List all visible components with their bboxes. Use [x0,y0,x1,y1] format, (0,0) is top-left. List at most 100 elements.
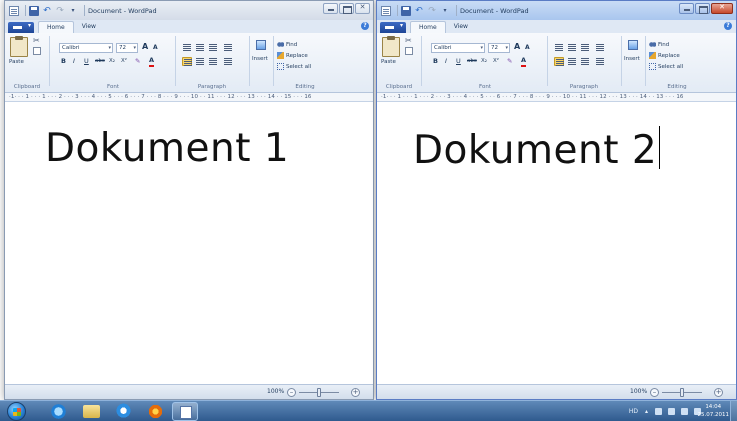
font-size-select[interactable]: 72 ▾ [488,43,510,53]
redo-icon[interactable]: ↷ [427,6,437,16]
quick-access-menu-icon[interactable]: ▾ [68,6,78,16]
tab-view[interactable]: View [446,21,476,33]
minimize-button[interactable] [679,3,694,14]
internet-explorer-icon[interactable] [50,403,67,420]
copy-icon[interactable] [33,47,41,55]
flag-icon[interactable] [655,408,662,415]
undo-icon[interactable]: ↶ [42,6,52,16]
document-area[interactable]: Dokument 2 [377,102,736,384]
underline-button[interactable]: U [84,57,89,66]
replace-button[interactable]: Replace [649,52,680,59]
shrink-font-button[interactable]: A [525,43,530,52]
align-right-icon[interactable] [580,57,590,66]
underline-button[interactable]: U [456,57,461,66]
insert-button[interactable]: Insert [624,55,640,64]
wordpad-window-1[interactable]: ↶ ↷ ▾ Document - WordPad Home View ? Pas… [4,0,374,400]
clock[interactable]: 14:04 25.07.2011 [698,403,730,419]
tab-view[interactable]: View [74,21,104,33]
close-button[interactable] [355,3,370,14]
chevron-up-icon[interactable]: ▴ [645,408,648,415]
grow-font-button[interactable]: A [514,42,520,51]
display-icon[interactable] [681,408,688,415]
cut-icon[interactable]: ✂ [33,36,40,45]
superscript-button[interactable]: X² [493,57,499,66]
highlight-pen-icon[interactable]: ✎ [507,57,512,66]
paste-button[interactable] [382,36,400,57]
picture-icon[interactable] [628,40,638,50]
save-icon[interactable] [29,5,39,16]
text-color-button[interactable]: A [149,56,155,67]
zoom-slider-thumb[interactable] [680,388,684,397]
wordpad-menu-button[interactable] [8,22,34,33]
justify-icon[interactable] [595,57,605,66]
messenger-icon[interactable] [115,403,132,420]
font-family-select[interactable]: Calibri ▾ [59,43,113,53]
strikethrough-button[interactable]: abc [95,57,105,66]
align-center-icon[interactable] [195,57,205,66]
decrease-indent-icon[interactable] [554,43,564,52]
ruler[interactable]: ·1· · · 1 · · · 1 · · · 2 · · · 3 · · · … [377,93,736,102]
line-spacing-icon[interactable] [223,43,233,52]
italic-button[interactable]: I [73,57,75,66]
document-text[interactable]: Dokument 2 [413,126,661,173]
taskbar-wordpad-button[interactable] [172,402,198,421]
grow-font-button[interactable]: A [142,42,148,51]
wordpad-window-2[interactable]: ↶ ↷ ▾ Document - WordPad Home View ? Pas… [376,0,737,400]
superscript-button[interactable]: X² [121,57,127,66]
zoom-out-button[interactable]: – [650,388,659,397]
title-bar[interactable]: ↶ ↷ ▾ Document - WordPad [377,1,736,20]
zoom-out-button[interactable]: – [287,388,296,397]
increase-indent-icon[interactable] [567,43,577,52]
redo-icon[interactable]: ↷ [55,6,65,16]
show-desktop-button[interactable] [730,401,737,421]
bullet-list-icon[interactable] [580,43,590,52]
close-button[interactable] [711,3,733,14]
font-size-select[interactable]: 72 ▾ [116,43,138,53]
document-text[interactable]: Dokument 1 [45,126,289,171]
subscript-button[interactable]: X₂ [109,57,115,66]
zoom-in-button[interactable]: + [714,388,723,397]
ruler[interactable]: ·1· · · 1 · · · 1 · · · 2 · · · 3 · · · … [5,93,373,102]
insert-button[interactable]: Insert [252,55,268,64]
highlight-pen-icon[interactable]: ✎ [135,57,140,66]
find-button[interactable]: Find [649,41,669,48]
bullet-list-icon[interactable] [208,43,218,52]
cut-icon[interactable]: ✂ [405,36,412,45]
font-family-select[interactable]: Calibri ▾ [431,43,485,53]
align-left-icon[interactable] [554,57,564,66]
bold-button[interactable]: B [61,57,66,66]
italic-button[interactable]: I [445,57,447,66]
help-icon[interactable]: ? [724,22,732,30]
subscript-button[interactable]: X₂ [481,57,487,66]
document-area[interactable]: Dokument 1 [5,102,373,384]
picture-icon[interactable] [256,40,266,50]
network-icon[interactable] [668,408,675,415]
help-icon[interactable]: ? [361,22,369,30]
increase-indent-icon[interactable] [195,43,205,52]
media-player-icon[interactable] [147,403,164,420]
shrink-font-button[interactable]: A [153,43,158,52]
align-left-icon[interactable] [182,57,192,66]
maximize-button[interactable] [695,3,710,14]
paste-button[interactable] [10,36,28,57]
minimize-button[interactable] [323,3,338,14]
tab-home[interactable]: Home [410,21,446,33]
zoom-in-button[interactable]: + [351,388,360,397]
save-icon[interactable] [401,5,411,16]
decrease-indent-icon[interactable] [182,43,192,52]
select-all-button[interactable]: Select all [277,63,311,70]
replace-button[interactable]: Replace [277,52,308,59]
zoom-slider-thumb[interactable] [317,388,321,397]
bold-button[interactable]: B [433,57,438,66]
quick-access-menu-icon[interactable]: ▾ [440,6,450,16]
line-spacing-icon[interactable] [595,43,605,52]
title-bar[interactable]: ↶ ↷ ▾ Document - WordPad [5,1,373,20]
maximize-button[interactable] [339,3,354,14]
language-indicator[interactable]: HD [629,408,638,415]
select-all-button[interactable]: Select all [649,63,683,70]
strikethrough-button[interactable]: abc [467,57,477,66]
find-button[interactable]: Find [277,41,297,48]
text-color-button[interactable]: A [521,56,527,67]
copy-icon[interactable] [405,47,413,55]
align-center-icon[interactable] [567,57,577,66]
